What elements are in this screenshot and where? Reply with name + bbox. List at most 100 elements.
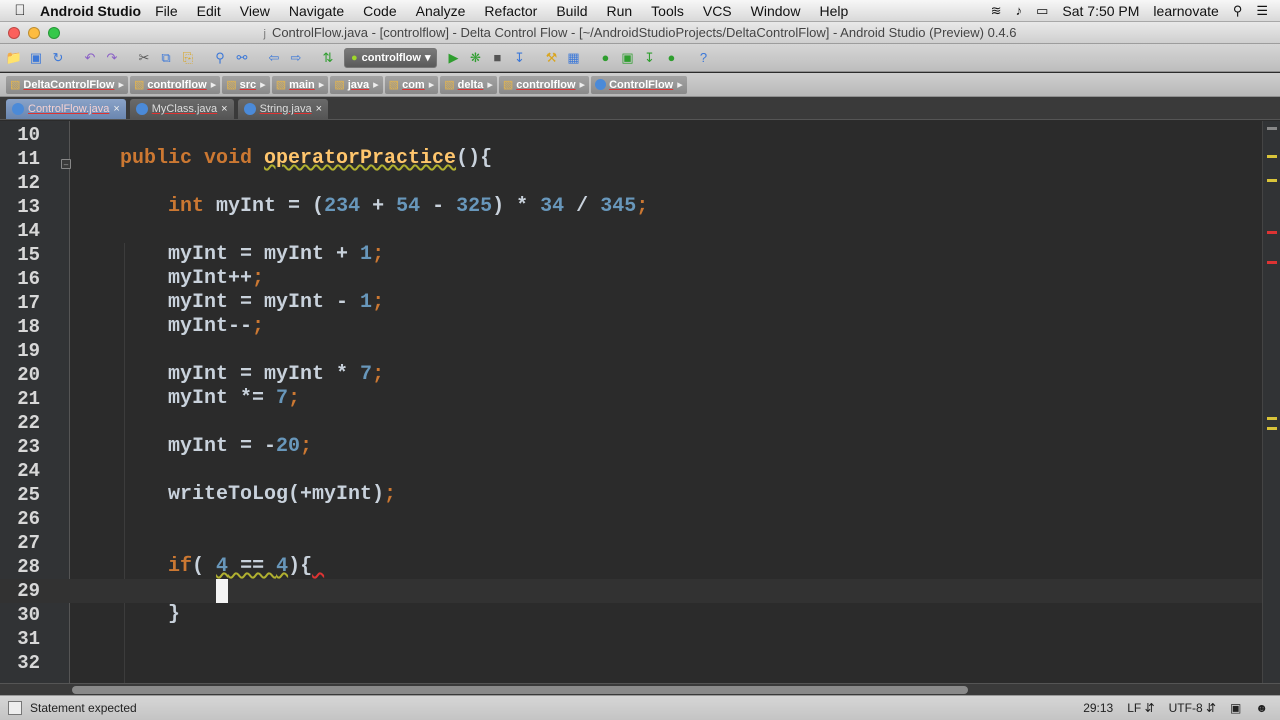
code-line: 20 myInt = myInt * 7; — [0, 363, 1262, 387]
find-icon[interactable]: ⚲ — [210, 48, 230, 68]
close-icon[interactable]: × — [221, 103, 227, 115]
code-text: myInt++; — [120, 267, 265, 290]
line-number: 23 — [17, 436, 40, 458]
sdk-manager-icon[interactable]: ↧ — [639, 48, 659, 68]
breadcrumb-item[interactable]: ▧ com ▸ — [384, 75, 439, 94]
redo-icon[interactable]: ↷ — [102, 48, 122, 68]
breadcrumb-item[interactable]: ▧ DeltaControlFlow ▸ — [6, 75, 128, 94]
copy-icon[interactable]: ⧉ — [156, 48, 176, 68]
menu-window[interactable]: Window — [751, 3, 801, 19]
paste-icon[interactable]: ⎘ — [178, 48, 198, 68]
apple-menu-icon[interactable]:  — [0, 2, 40, 19]
undo-icon[interactable]: ↶ — [80, 48, 100, 68]
close-icon[interactable]: × — [316, 103, 322, 115]
avd-manager-icon[interactable]: ▣ — [617, 48, 637, 68]
stop-icon[interactable]: ■ — [487, 48, 507, 68]
menu-navigate[interactable]: Navigate — [289, 3, 344, 19]
horizontal-scrollbar[interactable] — [0, 683, 1280, 695]
toolbar-separator — [308, 48, 316, 68]
debug-icon[interactable]: ❋ — [465, 48, 485, 68]
tab-controlflow-java[interactable]: ControlFlow.java × — [6, 99, 126, 119]
code-line: 31 — [0, 627, 1262, 651]
app-name-menu[interactable]: Android Studio — [40, 3, 141, 19]
menu-analyze[interactable]: Analyze — [416, 3, 466, 19]
close-icon[interactable]: × — [113, 103, 119, 115]
folder-icon: ▧ — [134, 79, 145, 91]
menu-view[interactable]: View — [240, 3, 270, 19]
notification-list-icon[interactable]: ☰ — [1256, 3, 1268, 19]
error-stripe[interactable] — [1262, 121, 1280, 683]
folder-icon: ▧ — [275, 79, 287, 91]
java-file-icon: j — [263, 28, 266, 40]
inspection-status-icon[interactable] — [1267, 127, 1277, 130]
warning-marker[interactable] — [1267, 155, 1277, 158]
android-device-monitor-icon[interactable]: ● — [661, 48, 681, 68]
make-project-icon[interactable]: ⇅ — [318, 48, 338, 68]
sync-gradle-icon[interactable]: ● — [595, 48, 615, 68]
breadcrumb-item[interactable]: ▧ controlflow ▸ — [498, 75, 590, 94]
tab-string-java[interactable]: String.java × — [237, 99, 329, 119]
settings-icon[interactable]: ⚒ — [541, 48, 561, 68]
synchronize-icon[interactable]: ↻ — [48, 48, 68, 68]
code-text: public void operatorPractice(){ — [120, 147, 493, 170]
replace-icon[interactable]: ⚯ — [232, 48, 252, 68]
code-line: 32 — [0, 651, 1262, 675]
menu-run[interactable]: Run — [606, 3, 632, 19]
error-marker[interactable] — [1267, 261, 1277, 264]
breadcrumb-item[interactable]: ControlFlow ▸ — [591, 75, 687, 94]
menu-edit[interactable]: Edit — [197, 3, 221, 19]
folder-icon: ▧ — [10, 79, 21, 91]
lock-icon[interactable]: ▣ — [1230, 701, 1241, 715]
scrollbar-thumb[interactable] — [72, 686, 968, 694]
code-line: 22 — [0, 411, 1262, 435]
tool-windows-icon[interactable] — [8, 701, 22, 715]
breadcrumb-item[interactable]: ▧ controlflow ▸ — [130, 75, 221, 94]
menu-file[interactable]: File — [155, 3, 178, 19]
volume-icon[interactable]: ♪ — [1016, 3, 1023, 18]
open-folder-icon[interactable]: 📁 — [4, 48, 24, 68]
battery-icon[interactable]: ▭ — [1036, 3, 1048, 19]
menubar-user[interactable]: learnovate — [1153, 3, 1218, 19]
code-line: 12 — [0, 171, 1262, 195]
warning-marker[interactable] — [1267, 179, 1277, 182]
save-all-icon[interactable]: ▣ — [26, 48, 46, 68]
breadcrumb-item[interactable]: ▧ main ▸ — [271, 75, 329, 94]
menu-vcs[interactable]: VCS — [703, 3, 732, 19]
tab-myclass-java[interactable]: MyClass.java × — [129, 99, 234, 119]
attach-debugger-icon[interactable]: ↧ — [509, 48, 529, 68]
warning-marker[interactable] — [1267, 417, 1277, 420]
line-number: 10 — [17, 124, 40, 146]
line-separator-selector[interactable]: LF ⇵ — [1127, 701, 1154, 715]
menubar-clock[interactable]: Sat 7:50 PM — [1062, 3, 1139, 19]
code-editor[interactable]: 10 11 public void operatorPractice(){ 12… — [0, 121, 1280, 683]
error-marker[interactable] — [1267, 231, 1277, 234]
help-icon[interactable]: ? — [693, 48, 713, 68]
caret-position[interactable]: 29:13 — [1083, 701, 1113, 715]
line-number: 15 — [17, 244, 40, 266]
breadcrumb-item[interactable]: ▧ java ▸ — [330, 75, 383, 94]
cut-icon[interactable]: ✂ — [134, 48, 154, 68]
code-text: myInt--; — [120, 315, 265, 338]
line-number: 13 — [17, 196, 40, 218]
run-icon[interactable]: ▶ — [443, 48, 463, 68]
spotlight-search-icon[interactable]: ⚲ — [1233, 3, 1243, 19]
breadcrumb-item[interactable]: ▧ src ▸ — [222, 75, 270, 94]
menu-code[interactable]: Code — [363, 3, 396, 19]
line-number: 19 — [17, 340, 40, 362]
main-toolbar: 📁 ▣ ↻ ↶ ↷ ✂ ⧉ ⎘ ⚲ ⚯ ⇦ ⇨ ⇅ ● controlflow … — [0, 44, 1280, 72]
menu-refactor[interactable]: Refactor — [484, 3, 537, 19]
menu-tools[interactable]: Tools — [651, 3, 684, 19]
wifi-icon[interactable]: ≋ — [991, 3, 1002, 19]
run-configuration-dropdown[interactable]: ● controlflow ▾ — [344, 47, 438, 68]
forward-icon[interactable]: ⇨ — [286, 48, 306, 68]
menu-build[interactable]: Build — [556, 3, 587, 19]
fold-collapse-icon[interactable]: – — [61, 159, 71, 169]
inspector-icon[interactable]: ☻ — [1255, 701, 1268, 715]
code-line: 14 — [0, 219, 1262, 243]
project-structure-icon[interactable]: ▦ — [563, 48, 583, 68]
warning-marker[interactable] — [1267, 427, 1277, 430]
menu-help[interactable]: Help — [819, 3, 848, 19]
back-icon[interactable]: ⇦ — [264, 48, 284, 68]
encoding-selector[interactable]: UTF-8 ⇵ — [1169, 701, 1216, 715]
breadcrumb-item[interactable]: ▧ delta ▸ — [440, 75, 497, 94]
